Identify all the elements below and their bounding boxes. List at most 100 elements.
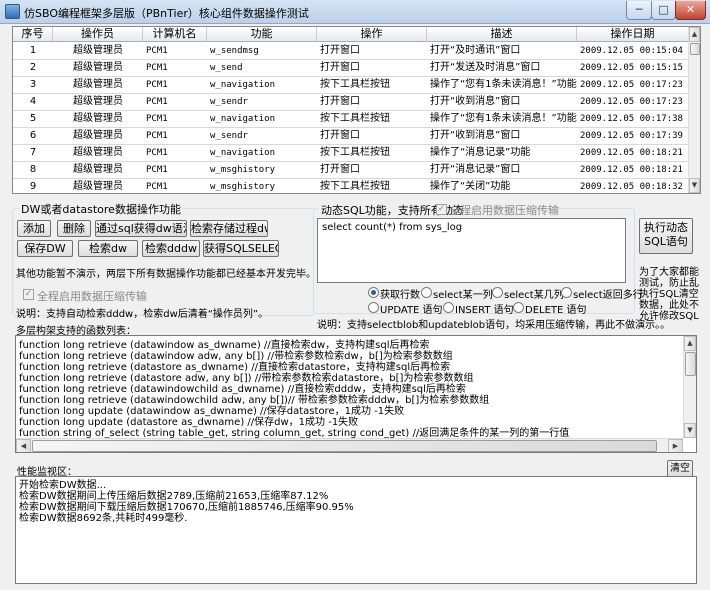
table-row[interactable]: 9 超级管理员 PCM1 w_msghistory 按下工具栏按钮 操作了“关闭”功能 20… [13,179,689,193]
table-cell: 操作了“您有1条未读消息！”功能 [430,113,577,124]
perf-log-line: 开始检索DW数据... [19,480,107,491]
sql-type-radio[interactable] [368,287,379,298]
table-row[interactable]: 4 超级管理员 PCM1 w_sendr 打开窗口 打开“收到消息”窗口 2009.12.0… [13,94,689,111]
get-sqlselect-button[interactable]: 获得SQLSELECT [203,240,279,257]
scroll-thumb[interactable] [685,352,696,376]
table-row[interactable]: 8 超级管理员 PCM1 w_msghistory 打开窗口 打开“消息记录”窗口 2009… [13,162,689,179]
save-dw-button[interactable]: 保存DW [17,240,73,257]
function-line: function long update (datastore as_dwnam… [19,417,359,428]
sql-dw-syntax-button[interactable]: 通过sql获得dw语法 [95,220,187,237]
col-header-date[interactable]: 操作日期 [577,27,689,42]
sql-query-input[interactable]: select count(*) from sys_log [317,218,626,283]
scroll-thumb[interactable] [690,43,700,55]
chevron-left-icon[interactable]: ◀ [16,439,31,452]
maximize-button[interactable]: □ [651,1,676,20]
table-cell: 按下工具栏按钮 [320,147,390,158]
sql-type-radio-label[interactable]: select某几列 [504,286,564,301]
col-header-computer[interactable]: 计算机名 [143,27,207,42]
sql-type-radio-label[interactable]: select某一列 [433,286,493,301]
table-cell: 2 [29,62,37,73]
sql-type-radio[interactable] [492,287,503,298]
table-cell: 打开窗口 [320,96,360,107]
sql-type-radio-label[interactable]: DELETE 语句 [525,301,587,316]
function-line: function long retrieve (datawindowchild … [19,384,466,395]
functions-horizontal-scrollbar[interactable]: ◀ ▶ [16,438,683,452]
table-cell: 操作了“消息记录”功能 [430,147,531,158]
table-cell: 打开窗口 [320,62,360,73]
col-header-operator[interactable]: 操作员 [53,27,143,42]
chevron-down-icon[interactable]: ▼ [689,178,700,193]
table-cell: 4 [29,96,37,107]
retrieve-dw-button[interactable]: 检索dw [78,240,138,257]
sql-compress-checkbox[interactable]: ✓ [436,204,447,215]
table-cell: 打开“收到消息”窗口 [430,96,521,107]
table-row[interactable]: 1 超级管理员 PCM1 w_sendmsg 打开窗口 打开“及时通讯”窗口 2009.12… [13,43,689,60]
add-button[interactable]: 添加 [17,220,51,237]
table-cell: w_sendmsg [210,46,259,56]
col-header-action[interactable]: 操作 [317,27,427,42]
sql-type-radio-label[interactable]: UPDATE 语句 [380,301,443,316]
dw-compress-checkbox[interactable]: ✓ [23,289,34,300]
retrieve-dddw-button[interactable]: 检索dddw [142,240,200,257]
table-cell: 7 [29,147,37,158]
table-row[interactable]: 2 超级管理员 PCM1 w_send 打开窗口 打开“发送及时消息”窗口 2009.12.… [13,60,689,77]
table-cell: w_navigation [210,148,276,158]
table-cell: 超级管理员 [73,96,123,107]
table-cell: 2009.12.05 00:15:04 [580,46,683,56]
sql-type-radio-label[interactable]: 获取行数 [380,286,420,301]
grid-vertical-scrollbar[interactable]: ▲ ▼ [688,27,700,193]
sql-type-radio[interactable] [513,302,524,313]
table-cell: 2009.12.05 00:18:32 [580,182,683,192]
perf-log-line: 检索DW数据期间下载压缩后数据170670,压缩前1885746,压缩率90.9… [19,502,354,513]
dw-note: 说明：支持自动检索dddw，检索dw后清着“操作员列”。 [16,309,269,320]
table-cell: PCM1 [146,148,168,158]
sql-type-radio[interactable] [421,287,432,298]
sql-type-radio[interactable] [443,302,454,313]
table-cell: 2009.12.05 00:17:23 [580,97,683,107]
table-cell: 2009.12.05 00:17:39 [580,131,683,141]
table-cell: 2009.12.05 00:18:21 [580,148,683,158]
scroll-thumb[interactable] [32,440,657,452]
other-functions-text: 其他功能暂不演示，两层下所有数据操作功能都已经基本开发完毕。 [16,269,316,280]
table-cell: 超级管理员 [73,164,123,175]
clear-button[interactable]: 清空 [667,460,693,477]
minimize-button[interactable]: ─ [626,1,652,20]
table-row[interactable]: 7 超级管理员 PCM1 w_navigation 按下工具栏按钮 操作了“消息记录”功能… [13,145,689,162]
execute-sql-button[interactable]: 执行动态SQL语句 [639,218,693,254]
perf-monitor-log[interactable]: 开始检索DW数据... 检索DW数据期间上传压缩后数据2789,压缩前21653,… [15,476,697,584]
app-icon [5,4,20,19]
chevron-down-icon[interactable]: ▼ [684,423,696,438]
table-cell: 打开“收到消息”窗口 [430,130,521,141]
table-cell: PCM1 [146,114,168,124]
chevron-right-icon[interactable]: ▶ [668,439,683,452]
chevron-up-icon[interactable]: ▲ [689,27,700,42]
col-header-seq[interactable]: 序号 [13,27,53,42]
table-row[interactable]: 5 超级管理员 PCM1 w_navigation 按下工具栏按钮 操作了“您有1条未读消… [13,111,689,128]
col-header-function[interactable]: 功能 [207,27,317,42]
function-line: function long retrieve (datawindow as_dw… [19,340,430,351]
table-cell: 9 [29,181,37,192]
title-bar: 仿SBO编程框架多层版（PBnTier）核心组件数据操作测试 ─ □ ✕ [0,0,710,24]
functions-vertical-scrollbar[interactable]: ▲ ▼ [683,336,696,438]
functions-list[interactable]: function long retrieve (datawindow as_dw… [15,335,697,453]
delete-button[interactable]: 删除 [57,220,91,237]
table-cell: w_sendr [210,97,248,107]
sql-type-radio-label[interactable]: select返回多行 [573,286,643,301]
sql-type-radio[interactable] [561,287,572,298]
table-cell: 8 [29,164,37,175]
retrieve-proc-dw-button[interactable]: 检索存储过程dw [190,220,268,237]
log-grid[interactable]: 序号 操作员 计算机名 功能 操作 描述 操作日期 1 超级管理员 PCM1 w_se… [12,26,701,194]
sql-compress-label: 全程启用数据压缩传输 [449,204,559,217]
sql-type-radio[interactable] [368,302,379,313]
table-row[interactable]: 3 超级管理员 PCM1 w_navigation 按下工具栏按钮 操作了“您有1条未读消… [13,77,689,94]
sql-type-radio-label[interactable]: INSERT 语句 [455,301,514,316]
window-title: 仿SBO编程框架多层版（PBnTier）核心组件数据操作测试 [24,7,309,20]
table-cell: 打开窗口 [320,45,360,56]
col-header-description[interactable]: 描述 [427,27,577,42]
table-cell: 1 [29,45,37,56]
function-line: function long retrieve (datawindowchild … [19,395,490,406]
chevron-up-icon[interactable]: ▲ [684,336,696,351]
table-row[interactable]: 6 超级管理员 PCM1 w_sendr 打开窗口 打开“收到消息”窗口 2009.12.0… [13,128,689,145]
dw-group-title: DW或者datastore数据操作功能 [19,201,183,217]
close-button[interactable]: ✕ [675,1,706,20]
